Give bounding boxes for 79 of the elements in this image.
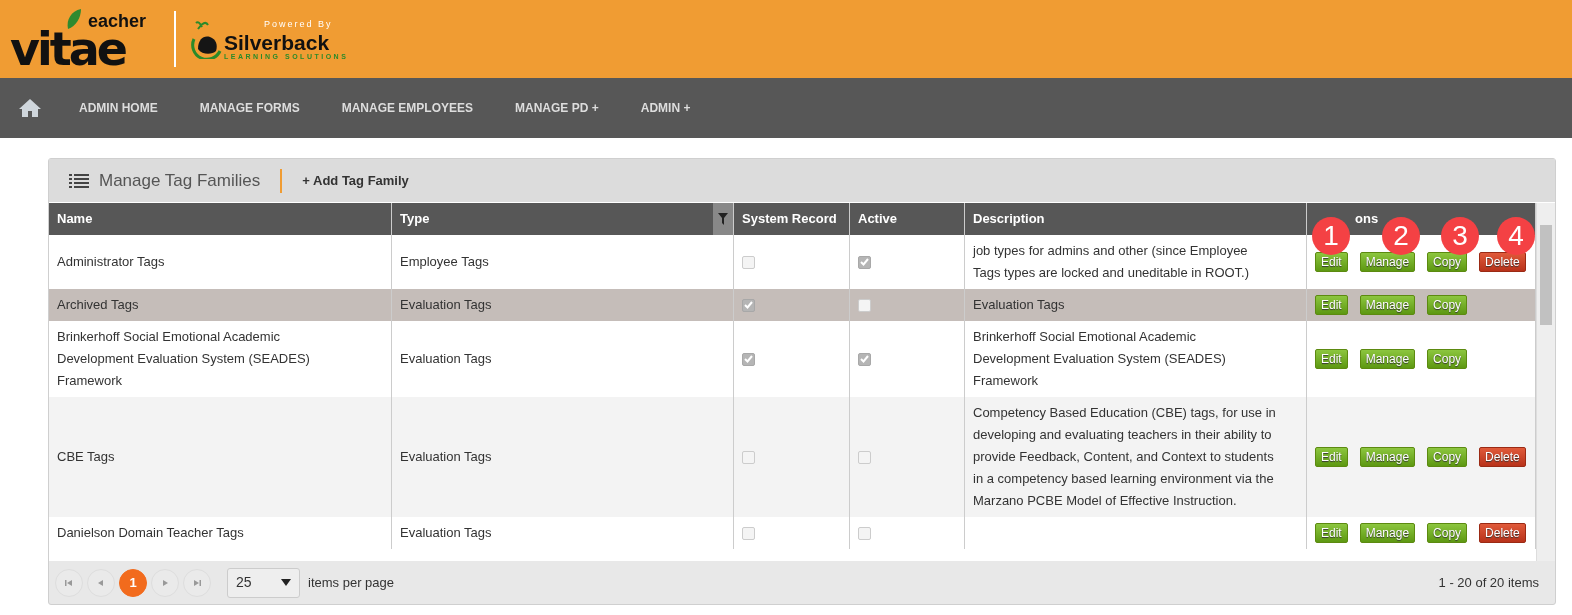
pager-summary: 1 - 20 of 20 items: [1438, 573, 1539, 592]
edit-button[interactable]: Edit: [1315, 349, 1348, 369]
checkbox[interactable]: [858, 352, 871, 366]
delete-button[interactable]: Delete: [1479, 252, 1526, 272]
checkbox[interactable]: [742, 526, 755, 540]
column-header: Description: [973, 210, 1045, 229]
copy-button[interactable]: Copy: [1427, 349, 1468, 369]
table-cell-text: Employee Tags: [400, 253, 489, 271]
nav-link[interactable]: MANAGE PD +: [494, 99, 620, 117]
table-cell-text: Evaluation Tags: [400, 350, 492, 368]
table-cell-text: Brinkerhoff Social Emotional Academic Development Evaluation System (SEADES) Framework: [973, 328, 1227, 390]
copy-button[interactable]: Copy: [1427, 447, 1468, 467]
page-size-dropdown[interactable]: 25: [227, 567, 300, 598]
scrollbar[interactable]: [1536, 203, 1555, 561]
checkbox[interactable]: [858, 450, 871, 464]
nav-link[interactable]: MANAGE FORMS: [178, 99, 321, 117]
manage-button[interactable]: Manage: [1359, 252, 1416, 272]
nav-link[interactable]: ADMIN +: [619, 99, 712, 117]
list-icon: [69, 172, 89, 189]
checkbox[interactable]: [742, 352, 755, 366]
table-row[interactable]: [49, 397, 1536, 517]
column-header: ons: [1355, 210, 1379, 229]
checkbox[interactable]: [742, 298, 755, 312]
brand-name: Silverback: [224, 31, 331, 53]
page-size-label: items per page: [308, 573, 394, 592]
copy-button[interactable]: Copy: [1427, 252, 1468, 272]
delete-button[interactable]: Delete: [1479, 523, 1526, 543]
table-cell-text: Evaluation Tags: [400, 524, 492, 542]
column-header: Name: [57, 210, 93, 229]
checkbox[interactable]: [858, 255, 871, 269]
logo-text: vitae: [10, 30, 125, 70]
table-cell-text: Competency Based Education (CBE) tags, for use in developing and evaluating teachers in their ability to provide Feedback, Content, and Context to students in a competency based learning environment via the Marzano PCBE Model of Effective Instruction.: [973, 404, 1276, 510]
table-cell-text: CBE Tags: [57, 448, 115, 466]
checkbox[interactable]: [742, 255, 755, 269]
nav-link[interactable]: ADMIN HOME: [58, 99, 179, 117]
column-header: Active: [858, 210, 898, 229]
manage-button[interactable]: Manage: [1359, 523, 1416, 543]
table-cell-text: Evaluation Tags: [400, 296, 492, 314]
column-header: System Record: [742, 210, 837, 229]
caret-icon: [281, 579, 291, 586]
table-cell-text: Administrator Tags: [57, 253, 165, 271]
edit-button[interactable]: Edit: [1315, 447, 1348, 467]
home-icon[interactable]: [18, 98, 42, 118]
add-tag-family-button[interactable]: + Add Tag Family: [302, 170, 409, 191]
previous-page-button[interactable]: [87, 568, 115, 597]
edit-button[interactable]: Edit: [1315, 523, 1348, 543]
manage-button[interactable]: Manage: [1359, 447, 1416, 467]
checkbox[interactable]: [858, 298, 871, 312]
first-page-button[interactable]: [55, 568, 83, 597]
last-page-button[interactable]: [183, 568, 211, 597]
table-cell-text: Danielson Domain Teacher Tags: [57, 524, 244, 542]
last-page-icon: [192, 577, 202, 588]
page-button[interactable]: 1: [119, 568, 147, 597]
table-cell-text: Evaluation Tags: [400, 448, 492, 466]
nav-link[interactable]: MANAGE EMPLOYEES: [320, 99, 495, 117]
logo-text: eacher: [88, 12, 147, 31]
filter-icon[interactable]: [713, 203, 733, 235]
table-cell-text: Archived Tags: [57, 296, 139, 314]
table-cell-text: Brinkerhoff Social Emotional Academic Development Evaluation System (SEADES) Framework: [57, 328, 311, 390]
panel-title: Manage Tag Families: [99, 169, 261, 192]
column-header: Type: [400, 210, 430, 229]
first-page-icon: [64, 577, 74, 588]
manage-button[interactable]: Manage: [1359, 295, 1416, 315]
table-cell-text: Evaluation Tags: [973, 296, 1065, 314]
delete-button[interactable]: Delete: [1479, 447, 1526, 467]
checkbox[interactable]: [742, 450, 755, 464]
checkbox[interactable]: [858, 526, 871, 540]
next-page-icon: [160, 577, 170, 588]
table-cell-text: job types for admins and other (since Employee Tags types are locked and uneditable in ROOT.): [973, 242, 1251, 282]
copy-button[interactable]: Copy: [1427, 523, 1468, 543]
powered-by-text: Powered By: [264, 18, 334, 32]
previous-page-icon: [96, 577, 106, 588]
edit-button[interactable]: Edit: [1315, 252, 1348, 272]
edit-button[interactable]: Edit: [1315, 295, 1348, 315]
next-page-button[interactable]: [151, 568, 179, 597]
copy-button[interactable]: Copy: [1427, 295, 1468, 315]
manage-button[interactable]: Manage: [1359, 349, 1416, 369]
leaf-icon: [66, 8, 82, 31]
table-row[interactable]: Archived Tags Evaluation Tags Evaluation Tags Edit Manage Copy: [49, 289, 1536, 321]
